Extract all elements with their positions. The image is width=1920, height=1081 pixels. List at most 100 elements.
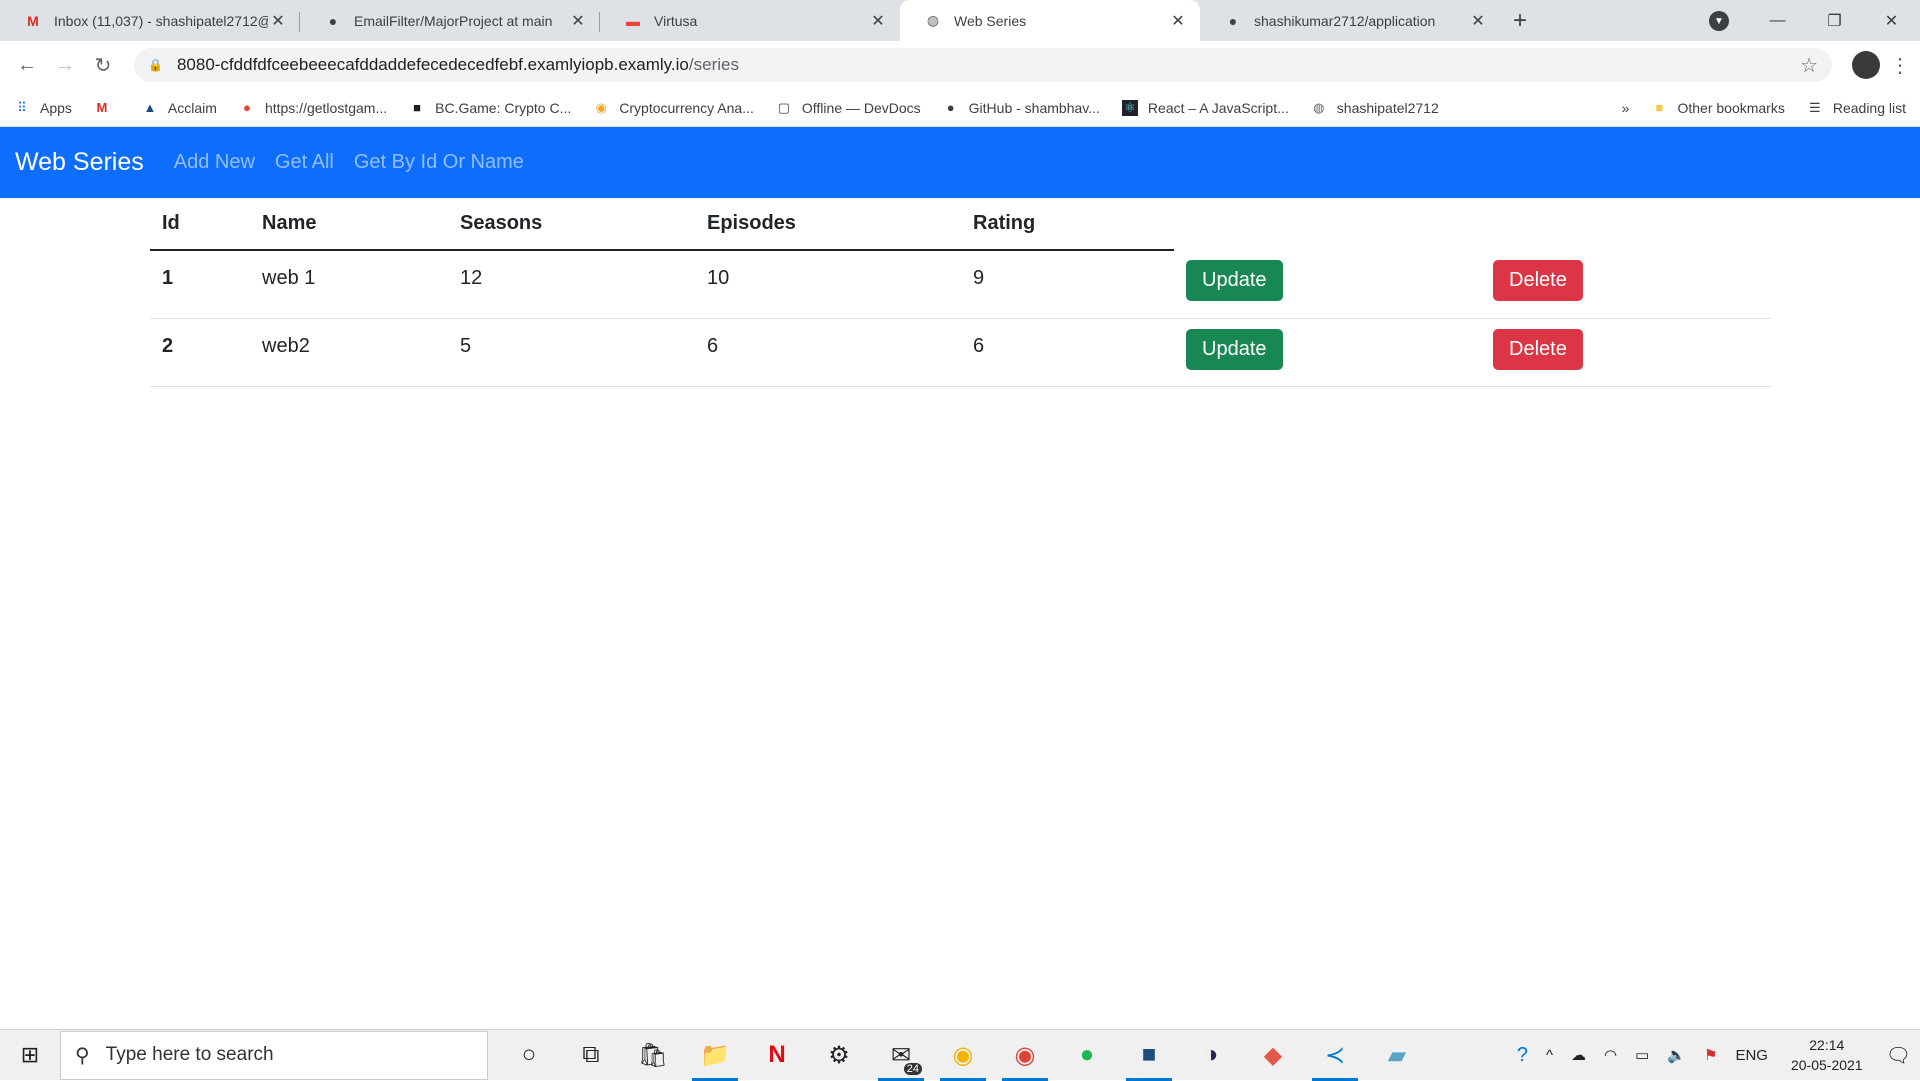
close-icon[interactable]: ✕: [568, 11, 588, 31]
react-icon: ⚛: [1122, 100, 1138, 116]
show-hidden-icons-icon[interactable]: ^: [1546, 1047, 1553, 1064]
update-button[interactable]: Update: [1186, 329, 1283, 370]
cell-name: web2: [250, 318, 448, 386]
bookmark-other[interactable]: ■Other bookmarks: [1651, 100, 1784, 116]
taskbar-clock[interactable]: 22:14 20-05-2021: [1791, 1035, 1863, 1075]
forward-icon[interactable]: →: [48, 48, 82, 82]
restore-icon[interactable]: ❐: [1806, 0, 1863, 41]
taskbar-search-placeholder: Type here to search: [106, 1044, 274, 1066]
lock-icon: 🔒: [148, 58, 163, 72]
reload-icon[interactable]: ↻: [86, 48, 120, 82]
tab-title: Inbox (11,037) - shashipatel2712@: [54, 13, 268, 29]
folder-icon: ■: [1651, 100, 1667, 116]
browser-tab-github-application[interactable]: ● shashikumar2712/application ✕: [1200, 0, 1500, 41]
cell-episodes: 6: [695, 318, 961, 386]
cell-delete: Delete: [1481, 250, 1771, 318]
bookmark-react[interactable]: ⚛React – A JavaScript...: [1122, 100, 1289, 116]
github-icon: ●: [324, 12, 342, 30]
tab-title: Virtusa: [654, 13, 868, 29]
cell-rating: 9: [961, 250, 1174, 318]
task-view-icon[interactable]: ⧉: [560, 1030, 622, 1081]
bookmark-github[interactable]: ●GitHub - shambhav...: [943, 100, 1100, 116]
file-explorer-icon[interactable]: 📁: [684, 1030, 746, 1081]
tab-title: shashikumar2712/application: [1254, 13, 1468, 29]
acclaim-icon: ▲: [142, 100, 158, 116]
github-icon: ●: [1224, 12, 1242, 30]
onedrive-icon[interactable]: ☁: [1571, 1046, 1586, 1064]
header-rating: Rating: [961, 198, 1174, 250]
help-icon[interactable]: ?: [1517, 1044, 1528, 1067]
browser-tab-github-emailfilter[interactable]: ● EmailFilter/MajorProject at main ✕: [300, 0, 600, 41]
vscode-icon[interactable]: ≺: [1304, 1030, 1366, 1081]
cell-id: 2: [150, 318, 250, 386]
mail-icon[interactable]: ✉24: [870, 1030, 932, 1081]
tab-search-icon[interactable]: ▼: [1709, 11, 1729, 31]
close-icon[interactable]: ✕: [1168, 11, 1188, 31]
bookmark-acclaim[interactable]: ▲Acclaim: [142, 100, 217, 116]
antivirus-icon[interactable]: ⚑: [1704, 1046, 1717, 1064]
taskbar-search-box[interactable]: ⚲ Type here to search: [60, 1031, 488, 1080]
address-bar[interactable]: 🔒 8080-cfddfdfceebeeecafddaddefecedecedf…: [134, 48, 1832, 82]
bookmark-star-icon[interactable]: ☆: [1800, 53, 1818, 78]
bookmark-bcgame[interactable]: ■BC.Game: Crypto C...: [409, 100, 571, 116]
windows-start-icon[interactable]: ⊞: [0, 1030, 60, 1081]
taskbar-pinned-apps: ○ ⧉ 🛍 📁 N ⚙ ✉24 ◉ ◉ ● ■ ◑ ◆ ≺ ▰: [498, 1030, 1428, 1081]
bookmark-getlostgam[interactable]: ●https://getlostgam...: [239, 100, 387, 116]
more-bookmarks-button[interactable]: »: [1622, 100, 1630, 116]
git-icon[interactable]: ◆: [1242, 1030, 1304, 1081]
settings-icon[interactable]: ⚙: [808, 1030, 870, 1081]
new-tab-button[interactable]: +: [1500, 0, 1540, 41]
close-icon[interactable]: ✕: [1468, 11, 1488, 31]
bookmark-gmail[interactable]: M: [94, 100, 120, 116]
reading-list-button[interactable]: ☰Reading list: [1807, 100, 1906, 116]
header-seasons: Seasons: [448, 198, 695, 250]
cell-rating: 6: [961, 318, 1174, 386]
store-icon[interactable]: 🛍: [622, 1030, 684, 1081]
bookmark-devdocs[interactable]: ▢Offline — DevDocs: [776, 100, 921, 116]
language-indicator[interactable]: ENG: [1735, 1047, 1768, 1064]
minimize-icon[interactable]: —: [1749, 0, 1806, 41]
volume-icon[interactable]: 🔈: [1667, 1046, 1686, 1064]
browser-menu-icon[interactable]: ⋮: [1890, 53, 1910, 78]
wifi-icon[interactable]: ◠: [1604, 1046, 1617, 1064]
netflix-icon[interactable]: N: [746, 1030, 808, 1081]
nav-get-by-id-or-name[interactable]: Get By Id Or Name: [354, 151, 524, 174]
app-brand[interactable]: Web Series: [15, 148, 144, 177]
delete-button[interactable]: Delete: [1493, 329, 1583, 370]
bookmark-cryptocurrency[interactable]: ◉Cryptocurrency Ana...: [593, 100, 754, 116]
bookmark-apps[interactable]: ⠿Apps: [14, 100, 72, 116]
chrome-profile-icon[interactable]: ◉: [932, 1030, 994, 1081]
header-episodes: Episodes: [695, 198, 961, 250]
update-button[interactable]: Update: [1186, 260, 1283, 301]
chrome-icon[interactable]: ◉: [994, 1030, 1056, 1081]
gmail-icon: M: [94, 100, 110, 116]
table-row: 2 web2 5 6 6 Update Delete: [150, 318, 1771, 386]
bookmark-shashipatel[interactable]: ◍shashipatel2712: [1311, 100, 1439, 116]
header-id: Id: [150, 198, 250, 250]
header-update-spacer: [1174, 198, 1481, 250]
mysql-workbench-icon[interactable]: ■: [1118, 1030, 1180, 1081]
spotify-icon[interactable]: ●: [1056, 1030, 1118, 1081]
browser-tab-gmail[interactable]: M Inbox (11,037) - shashipatel2712@ ✕: [0, 0, 300, 41]
browser-tab-web-series[interactable]: ◍ Web Series ✕: [900, 0, 1200, 41]
browser-tab-virtusa[interactable]: ▬ Virtusa ✕: [600, 0, 900, 41]
close-icon[interactable]: ✕: [268, 11, 288, 31]
eclipse-icon[interactable]: ◑: [1180, 1030, 1242, 1081]
cell-update: Update: [1174, 318, 1481, 386]
notes-app-icon[interactable]: ▰: [1366, 1030, 1428, 1081]
bcgame-icon: ■: [409, 100, 425, 116]
cortana-icon[interactable]: ○: [498, 1030, 560, 1081]
window-close-icon[interactable]: ✕: [1863, 0, 1920, 41]
nav-add-new[interactable]: Add New: [174, 151, 255, 174]
profile-avatar[interactable]: [1852, 51, 1880, 79]
nav-get-all[interactable]: Get All: [275, 151, 334, 174]
battery-icon[interactable]: ▭: [1635, 1046, 1649, 1064]
cell-update: Update: [1174, 250, 1481, 318]
reading-list-icon: ☰: [1807, 100, 1823, 116]
notification-center-icon[interactable]: 🗨: [1886, 1043, 1911, 1068]
back-icon[interactable]: ←: [10, 48, 44, 82]
delete-button[interactable]: Delete: [1493, 260, 1583, 301]
cell-name: web 1: [250, 250, 448, 318]
close-icon[interactable]: ✕: [868, 11, 888, 31]
header-name: Name: [250, 198, 448, 250]
